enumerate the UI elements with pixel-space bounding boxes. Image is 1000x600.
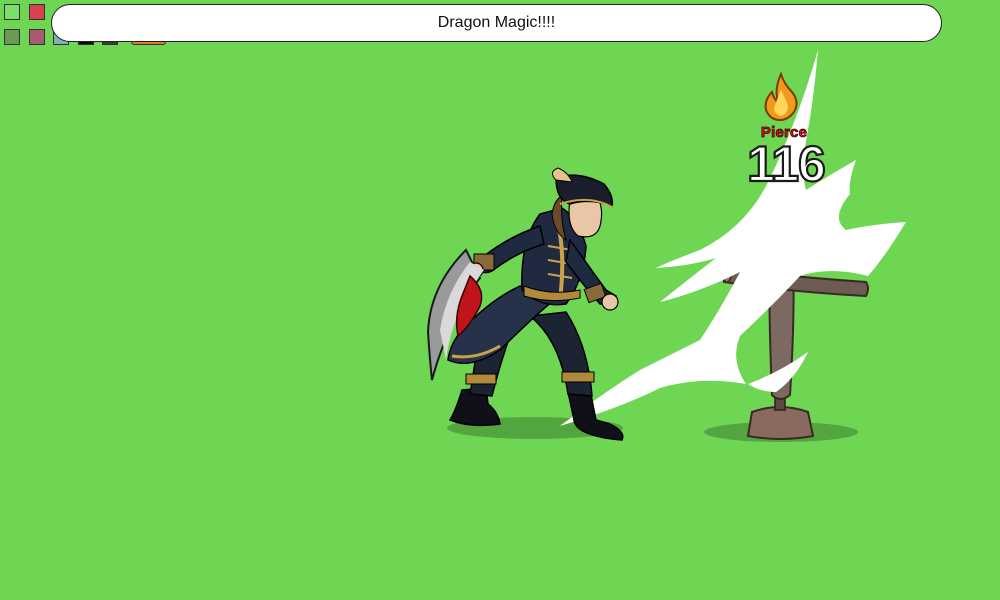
fire-icon [764,72,798,122]
battle-scene [426,50,906,442]
pirate-hero[interactable] [426,167,624,441]
damage-number: 116 [746,135,827,193]
slash-effect [560,50,906,426]
game-viewport[interactable]: Pierce 116 Dragon Magic!!!! [0,0,1000,600]
message-banner: Dragon Magic!!!! [51,4,942,42]
message-text: Dragon Magic!!!! [437,14,556,31]
